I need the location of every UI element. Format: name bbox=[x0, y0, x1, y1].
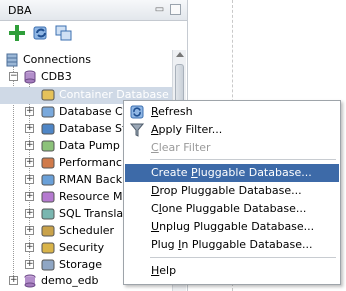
menu-separator bbox=[150, 159, 336, 160]
menu-item-label: Refresh bbox=[151, 105, 193, 118]
menu-item-create-pluggable-database[interactable]: Create Pluggable Database... bbox=[125, 164, 339, 182]
expand-icon[interactable]: + bbox=[25, 107, 34, 116]
expand-icon[interactable]: + bbox=[25, 175, 34, 184]
database-folder-icon bbox=[41, 89, 55, 101]
tree-node-label: SQL Transla bbox=[59, 207, 124, 220]
menu-item-label: Drop Pluggable Database... bbox=[151, 184, 302, 197]
database-icon bbox=[24, 70, 36, 84]
rman-backup-icon bbox=[41, 174, 55, 186]
database-icon bbox=[24, 274, 36, 288]
cdb3-label: CDB3 bbox=[41, 70, 72, 83]
tree-node-label: Database C bbox=[59, 105, 123, 118]
database-config-icon bbox=[41, 106, 55, 118]
tree-node-label: Data Pump bbox=[59, 139, 120, 152]
add-connection-icon[interactable] bbox=[8, 24, 26, 42]
expand-icon[interactable]: + bbox=[25, 141, 34, 150]
panel-toolbar bbox=[0, 21, 187, 47]
data-pump-icon bbox=[41, 140, 55, 152]
expand-icon[interactable]: + bbox=[25, 209, 34, 218]
menu-item-clone-pluggable-database[interactable]: Clone Pluggable Database... bbox=[125, 200, 339, 218]
menu-item-label: Help bbox=[151, 264, 177, 277]
expand-icon[interactable]: + bbox=[25, 243, 34, 252]
filter-icon bbox=[130, 123, 144, 137]
expand-icon[interactable]: + bbox=[25, 192, 34, 201]
refresh-icon[interactable] bbox=[32, 24, 50, 42]
menu-item-plug-in-pluggable-database[interactable]: Plug In Pluggable Database... bbox=[125, 236, 339, 254]
expand-icon[interactable]: + bbox=[25, 260, 34, 269]
menu-item-label: Apply Filter... bbox=[151, 123, 223, 136]
performance-icon bbox=[41, 157, 55, 169]
tree-cdb3[interactable]: − CDB3 bbox=[0, 69, 172, 86]
menu-item-label: Clone Pluggable Database... bbox=[151, 202, 307, 215]
expand-icon[interactable]: + bbox=[9, 276, 18, 285]
sql-translator-icon bbox=[41, 208, 55, 220]
tree-node-label: Scheduler bbox=[59, 224, 115, 237]
menu-item-drop-pluggable-database[interactable]: Drop Pluggable Database... bbox=[125, 182, 339, 200]
copy-icon[interactable] bbox=[55, 24, 73, 42]
tree-node-label: RMAN Back bbox=[59, 173, 123, 186]
tree-node-label: Resource M bbox=[59, 190, 123, 203]
panel-title: DBA bbox=[8, 4, 32, 17]
menu-item-refresh[interactable]: Refresh bbox=[125, 103, 339, 121]
storage-icon bbox=[41, 259, 55, 271]
security-icon bbox=[41, 242, 55, 254]
menu-item-unplug-pluggable-database[interactable]: Unplug Pluggable Database... bbox=[125, 218, 339, 236]
tree-node-label: Storage bbox=[59, 258, 103, 271]
expand-icon[interactable]: + bbox=[25, 124, 34, 133]
resource-manager-icon bbox=[41, 191, 55, 203]
menu-separator bbox=[150, 257, 336, 258]
menu-item-label: Plug In Pluggable Database... bbox=[151, 238, 313, 251]
demo-edb-label: demo_edb bbox=[41, 274, 99, 287]
database-status-icon bbox=[41, 123, 55, 135]
tree-node-label: Performanc bbox=[59, 156, 122, 169]
menu-item-apply-filter[interactable]: Apply Filter... bbox=[125, 121, 339, 139]
menu-item-label: Create Pluggable Database... bbox=[151, 166, 312, 179]
menu-item-label: Unplug Pluggable Database... bbox=[151, 220, 315, 233]
collapse-icon[interactable]: − bbox=[9, 72, 18, 81]
scroll-up-icon[interactable] bbox=[176, 52, 184, 57]
connections-icon bbox=[6, 53, 18, 67]
menu-item-label: Clear Filter bbox=[151, 141, 211, 154]
tree-node-label: Database St bbox=[59, 122, 127, 135]
scheduler-icon bbox=[41, 225, 55, 237]
tree-node-label: Security bbox=[59, 241, 105, 254]
panel-restore-icon[interactable] bbox=[170, 4, 181, 15]
connections-label: Connections bbox=[23, 53, 91, 66]
panel-minimize-icon[interactable]: ▭ bbox=[154, 4, 165, 15]
panel-titlebar: DBA ▭ bbox=[0, 0, 187, 21]
refresh-icon bbox=[130, 105, 144, 119]
tree-connections[interactable]: Connections bbox=[0, 52, 172, 69]
context-menu: Refresh Apply Filter... Clear Filter Create… bbox=[123, 100, 341, 285]
menu-item-help[interactable]: Help bbox=[125, 262, 339, 280]
expand-icon[interactable]: + bbox=[25, 226, 34, 235]
menu-item-clear-filter[interactable]: Clear Filter bbox=[125, 139, 339, 157]
expand-icon[interactable]: + bbox=[25, 158, 34, 167]
